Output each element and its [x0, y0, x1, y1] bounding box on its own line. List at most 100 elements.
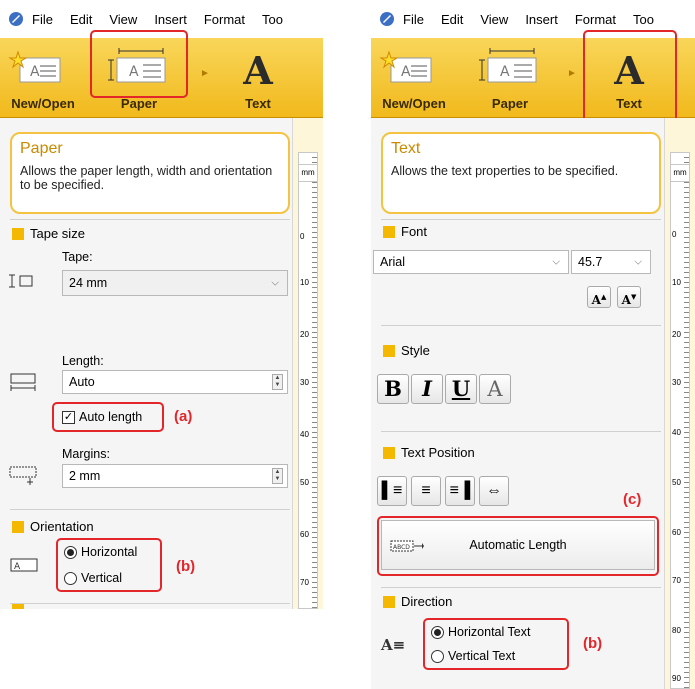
menu-file[interactable]: File [403, 12, 424, 27]
tape-size-section: Tape size [12, 226, 85, 241]
paper-label: Paper [120, 96, 158, 111]
style-section: Style [383, 343, 430, 358]
tape-value: 24 mm [69, 276, 108, 290]
ruler-mark: 30 [300, 378, 309, 387]
text-direction-icon: A≡ [381, 636, 406, 654]
paper-description: Allows the paper length, width and orien… [20, 164, 273, 192]
length-icon [10, 373, 36, 391]
separator [10, 509, 290, 510]
ruler: mm 0 10 20 30 40 50 60 70 80 90 [664, 118, 695, 689]
menu-insert[interactable]: Insert [154, 12, 187, 27]
text-button[interactable]: A Text [218, 44, 298, 116]
text-position-title: Text Position [401, 445, 475, 460]
text-sidebar: Text Allows the text properties to be sp… [371, 118, 664, 689]
separator [381, 219, 661, 220]
paper-highlight [90, 30, 188, 98]
margins-spinner[interactable]: ▲ ▼ [272, 468, 283, 484]
underline-button[interactable]: U [445, 374, 477, 404]
font-value: Arial [380, 255, 406, 269]
orientation-section: Orientation [12, 519, 94, 534]
font-size-value: 45.7 [578, 255, 603, 269]
direction-title: Direction [401, 594, 453, 609]
ribbon-arrow-icon: ► [200, 68, 210, 79]
direction-highlight [423, 618, 569, 670]
margins-label: Margins: [62, 447, 110, 461]
ruler-mark: 70 [300, 578, 309, 587]
align-left-button[interactable]: ▌≡ [377, 476, 407, 506]
length-input[interactable]: Auto ▲ ▼ [62, 370, 288, 394]
align-center-button[interactable]: ≡ [411, 476, 441, 506]
text-position-section: Text Position [383, 445, 475, 460]
next-section-partial [12, 604, 30, 609]
ruler-mark: 30 [672, 378, 681, 387]
separator [381, 431, 661, 432]
ruler-mark: 90 [672, 674, 681, 683]
bold-button[interactable]: B [377, 374, 409, 404]
length-value: Auto [69, 375, 95, 389]
italic-button[interactable]: I [411, 374, 443, 404]
menu-tools[interactable]: Too [262, 12, 283, 27]
ruler-unit: mm [298, 164, 318, 182]
ruler-mark: 0 [672, 230, 677, 239]
style-title: Style [401, 343, 430, 358]
align-right-icon: ≡▐ [449, 482, 471, 499]
ruler-mark: 40 [672, 428, 681, 437]
menu-format[interactable]: Format [575, 12, 616, 27]
ruler-mark: 70 [672, 576, 681, 585]
ruler-mark: 20 [672, 330, 681, 339]
section-square-icon [383, 595, 395, 608]
increase-font-size-button[interactable]: A▲ [587, 286, 611, 308]
ruler-mark: 40 [300, 430, 309, 439]
tape-size-title: Tape size [30, 226, 85, 241]
menu-file[interactable]: File [32, 12, 53, 27]
ruler: mm 0 10 20 30 40 50 60 70 [292, 118, 323, 609]
style-buttons: B I U A [377, 374, 577, 406]
paper-description-box: Paper Allows the paper length, width and… [10, 132, 290, 214]
margins-icon [9, 466, 37, 485]
auto-length-highlight [52, 402, 164, 432]
separator [381, 587, 661, 588]
section-square-icon [383, 446, 395, 459]
justify-icon: ⇔ [486, 482, 502, 499]
paper-button[interactable]: A Paper [465, 44, 555, 116]
tape-width-icon [9, 274, 33, 288]
tape-select[interactable]: 24 mm ⌵ [62, 270, 288, 296]
chevron-down-icon: ⌵ [271, 277, 279, 289]
new-open-button[interactable]: A New/Open [371, 44, 457, 116]
text-effect-button[interactable]: A [479, 374, 511, 404]
paper-sidebar: Paper Allows the paper length, width and… [0, 118, 292, 609]
separator [381, 325, 661, 326]
paper-icon: A [479, 48, 537, 83]
section-square-icon [383, 225, 395, 238]
menu-view[interactable]: View [480, 12, 508, 27]
margins-input[interactable]: 2 mm ▲ ▼ [62, 464, 288, 488]
paper-panel-screenshot: File Edit View Insert Format Too A New/O… [0, 0, 323, 609]
align-left-icon: ▌≡ [381, 482, 403, 499]
ruler-mark: 0 [300, 232, 305, 241]
annotation-b-left: (b) [176, 558, 196, 575]
section-square-icon [383, 344, 395, 357]
menu-edit[interactable]: Edit [441, 12, 463, 27]
align-right-button[interactable]: ≡▐ [445, 476, 475, 506]
ruler-mark: 20 [300, 330, 309, 339]
ruler-mark: 60 [672, 528, 681, 537]
section-square-icon [12, 520, 24, 533]
ribbon-arrow-icon: ► [567, 68, 577, 79]
menu-tools[interactable]: Too [633, 12, 654, 27]
font-size-select[interactable]: 45.7 ⌵ [571, 250, 651, 274]
menu-view[interactable]: View [109, 12, 137, 27]
ruler-mark: 10 [300, 278, 309, 287]
ruler-mark: 50 [672, 478, 681, 487]
direction-section: Direction [383, 594, 452, 609]
new-open-button[interactable]: A New/Open [0, 44, 86, 116]
ruler-mark: 10 [672, 278, 681, 287]
justify-button[interactable]: ⇔ [479, 476, 509, 506]
menu-insert[interactable]: Insert [525, 12, 558, 27]
menu-format[interactable]: Format [204, 12, 245, 27]
svg-text:A: A [30, 64, 40, 80]
decrease-font-size-button[interactable]: A▼ [617, 286, 641, 308]
menu-edit[interactable]: Edit [70, 12, 92, 27]
length-spinner[interactable]: ▲ ▼ [272, 374, 283, 390]
font-select[interactable]: Arial ⌵ [373, 250, 569, 274]
svg-text:A: A [500, 64, 510, 80]
